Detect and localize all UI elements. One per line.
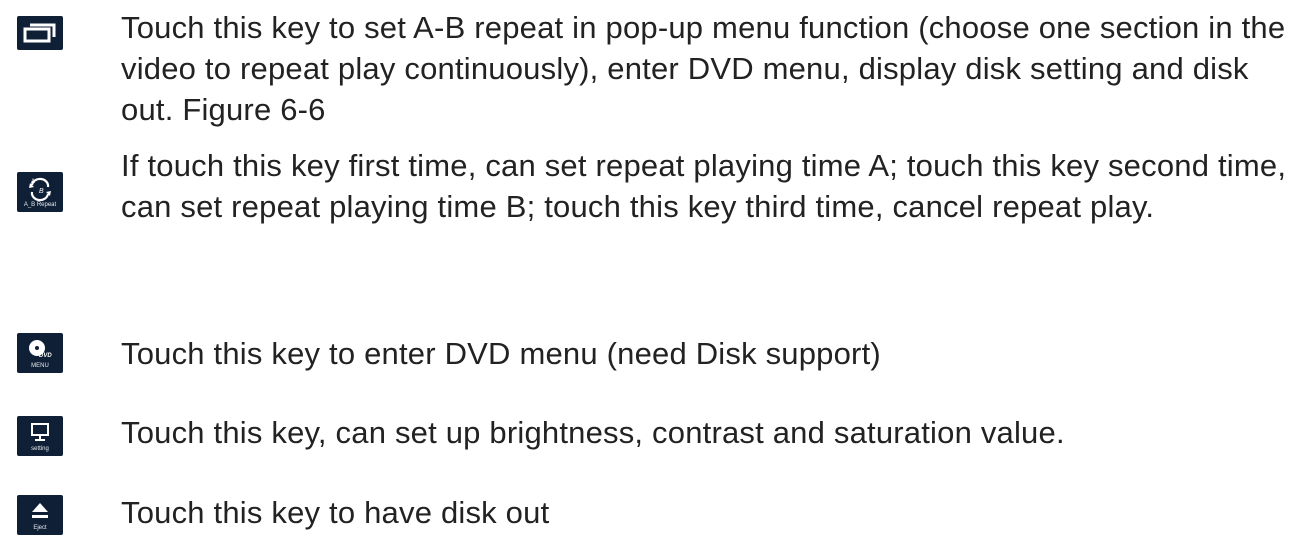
dvd-menu-key[interactable]: DVD MENU bbox=[17, 333, 63, 373]
popup-menu-key[interactable] bbox=[17, 16, 63, 50]
svg-text:B: B bbox=[39, 188, 44, 195]
ab-repeat-key[interactable]: A B A_B Repeat bbox=[17, 172, 63, 212]
dvd-menu-key-label: MENU bbox=[31, 363, 49, 369]
display-setting-description: Touch this key, can set up brightness, c… bbox=[121, 415, 1065, 450]
svg-text:DVD: DVD bbox=[39, 353, 52, 359]
eject-key[interactable]: Eject bbox=[17, 495, 63, 535]
ab-repeat-description: If touch this key first time, can set re… bbox=[121, 148, 1287, 224]
dvd-menu-description: Touch this key to enter DVD menu (need D… bbox=[121, 336, 881, 371]
ab-repeat-key-label: A_B Repeat bbox=[23, 202, 57, 208]
svg-text:A: A bbox=[31, 179, 35, 185]
eject-description: Touch this key to have disk out bbox=[121, 495, 550, 530]
popup-menu-description: Touch this key to set A-B repeat in pop-… bbox=[121, 10, 1286, 127]
display-setting-key-label: setting bbox=[31, 446, 49, 452]
popup-menu-icon bbox=[23, 23, 56, 43]
display-setting-key[interactable]: setting bbox=[17, 416, 63, 456]
eject-key-label: Eject bbox=[33, 525, 47, 531]
